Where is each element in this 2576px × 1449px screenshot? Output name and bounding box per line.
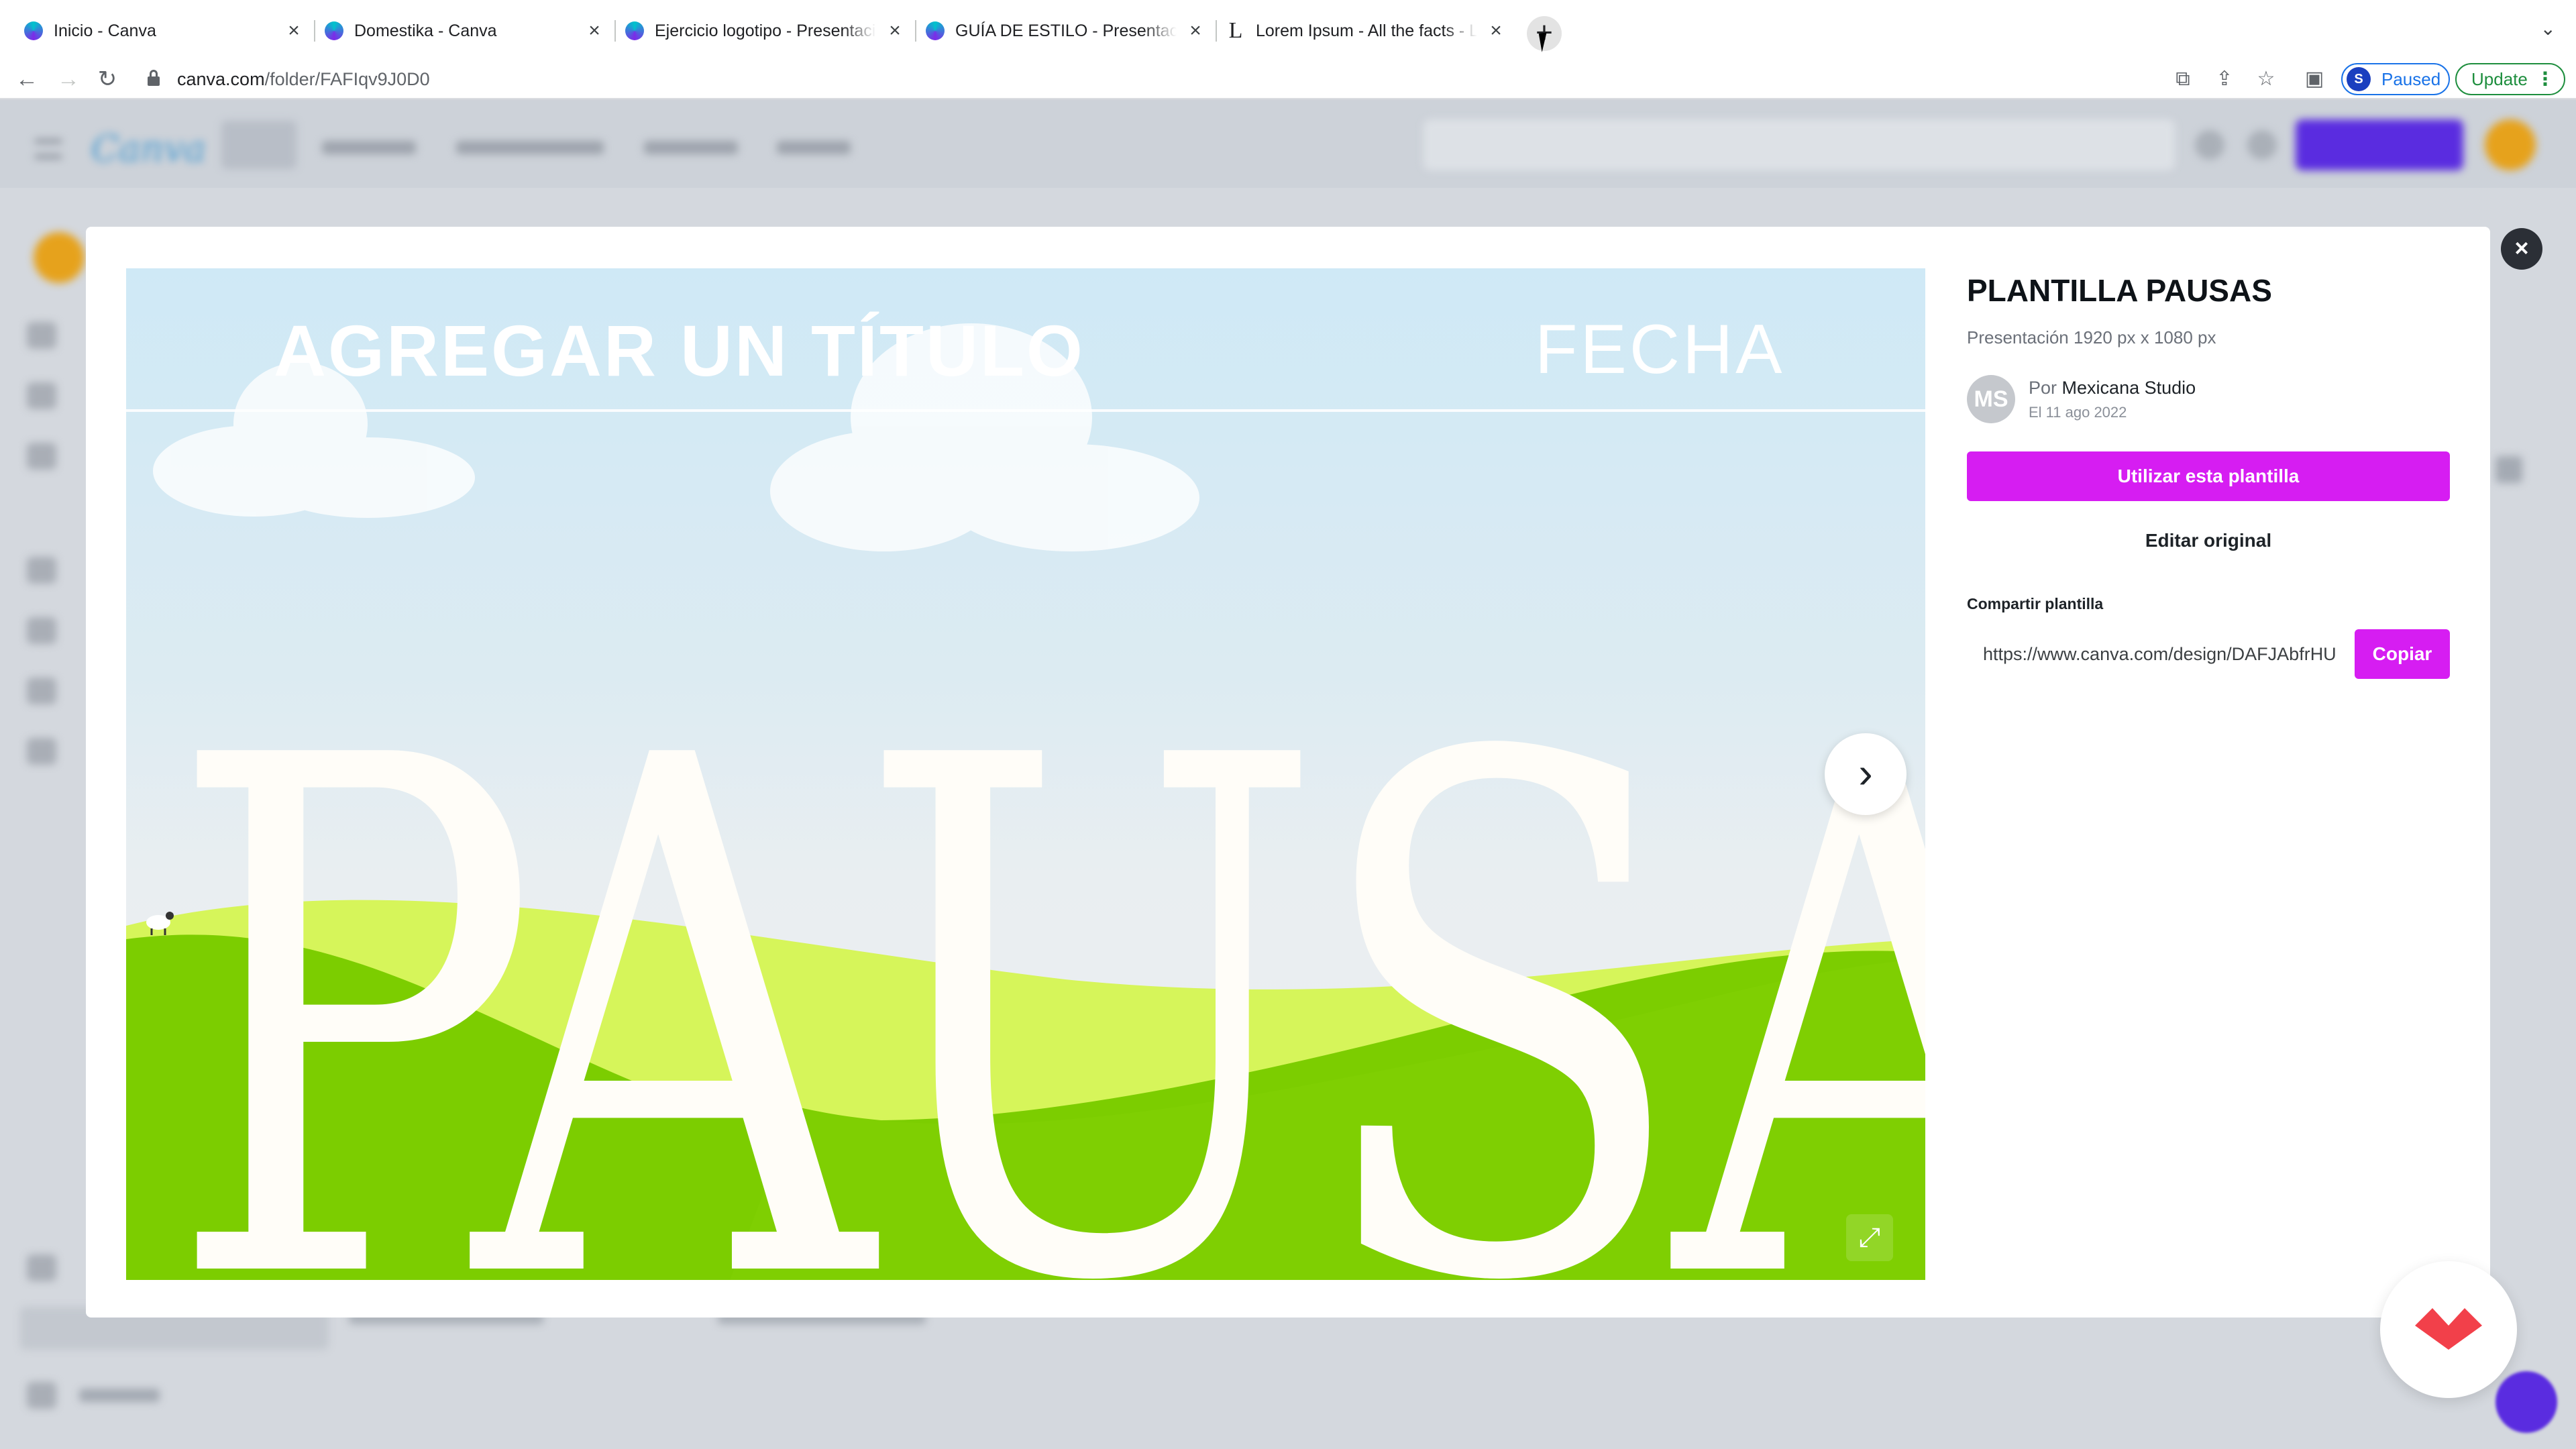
sidebar-icon[interactable] <box>27 617 56 644</box>
close-tab-icon[interactable]: × <box>282 19 306 43</box>
tab-search-chevron-icon[interactable]: ⌄ <box>2540 17 2556 40</box>
sidebar-icon[interactable] <box>27 557 56 584</box>
preview-title-text: AGREGAR UN TÍTULO <box>274 310 1085 391</box>
template-subtitle: Presentación 1920 px x 1080 px <box>1967 327 2216 347</box>
back-arrow-icon[interactable]: ← <box>11 63 43 95</box>
domestika-logo-icon <box>2415 1308 2482 1350</box>
canva-icon <box>24 21 43 40</box>
share-url-field[interactable]: https://www.canva.com/design/DAFJAbfrHU <box>1967 629 2355 679</box>
profile-paused-button[interactable]: S Paused <box>2341 63 2450 95</box>
author-row: MS Por Mexicana Studio El 11 ago 2022 <box>1967 375 2450 423</box>
browser-toolbar: ← → ↻ canva.com/folder/FAFIqv9J0D0 ⧉ ⇪ ☆… <box>0 59 2576 99</box>
sidebar-icon[interactable] <box>27 1254 56 1281</box>
tab-separator <box>915 20 916 42</box>
tab-title: Domestika - Canva <box>354 21 497 40</box>
tab-title: GUÍA DE ESTILO - Presentación <box>955 21 1177 40</box>
url-path: /folder/FAFIqv9J0D0 <box>264 69 430 89</box>
canva-icon <box>926 21 945 40</box>
close-tab-icon[interactable]: × <box>883 19 907 43</box>
tab-separator <box>1216 20 1217 42</box>
preview-big-word: PAUSAS <box>166 608 1925 1280</box>
nav-item[interactable] <box>777 141 851 154</box>
bookmark-star-icon[interactable]: ☆ <box>2253 66 2279 93</box>
template-info-panel: PLANTILLA PAUSAS Presentación 1920 px x … <box>1967 268 2450 679</box>
browser-tab-strip: Inicio - Canva × Domestika - Canva × Eje… <box>0 0 2576 59</box>
team-avatar[interactable] <box>34 232 85 283</box>
nav-item[interactable] <box>456 141 604 154</box>
translate-icon[interactable]: ⧉ <box>2169 66 2196 93</box>
sidebar-icon[interactable] <box>27 322 56 349</box>
next-slide-button[interactable]: › <box>1825 733 1907 815</box>
address-bar[interactable]: canva.com/folder/FAFIqv9J0D0 <box>177 67 430 91</box>
update-button[interactable]: Update ⋮ <box>2455 63 2565 95</box>
author-line: Por Mexicana Studio <box>2029 378 2196 398</box>
search-bar[interactable] <box>1424 119 2175 170</box>
template-title: PLANTILLA PAUSAS <box>1967 273 2272 308</box>
grid-view-icon[interactable] <box>2496 456 2522 483</box>
trash-label[interactable] <box>79 1389 160 1402</box>
update-label: Update <box>2471 69 2528 89</box>
preview-date-text: FECHA <box>1535 311 1785 388</box>
lock-icon[interactable] <box>148 70 160 86</box>
use-template-button[interactable]: Utilizar esta plantilla <box>1967 451 2450 501</box>
kebab-menu-icon: ⋮ <box>2536 68 2555 89</box>
help-icon[interactable] <box>2195 130 2224 160</box>
lipsum-icon: L <box>1228 18 1243 43</box>
browser-tab[interactable]: Ejercicio logotipo - Presentación × <box>625 12 907 50</box>
url-domain: canva.com <box>177 69 265 89</box>
browser-tab[interactable]: Domestika - Canva × <box>325 12 606 50</box>
forward-arrow-icon[interactable]: → <box>52 63 85 95</box>
share-template-label: Compartir plantilla <box>1967 595 2104 612</box>
expand-icon[interactable]: ⤢ <box>1846 1214 1893 1261</box>
close-tab-icon[interactable]: × <box>582 19 606 43</box>
mouse-cursor-icon <box>1538 31 1558 52</box>
domestika-badge[interactable] <box>2380 1261 2517 1398</box>
template-preview-image: AGREGAR UN TÍTULO FECHA PAUSAS <box>126 268 1925 1280</box>
sidebar-icon[interactable] <box>27 382 56 409</box>
browser-tab[interactable]: Inicio - Canva × <box>24 12 306 50</box>
author-avatar[interactable]: MS <box>1967 375 2015 423</box>
nav-home-pill[interactable] <box>221 121 297 169</box>
copy-button[interactable]: Copiar <box>2355 629 2450 679</box>
canva-icon <box>325 21 343 40</box>
nav-item[interactable] <box>322 141 416 154</box>
author-prefix: Por <box>2029 377 2057 398</box>
tab-title: Inicio - Canva <box>54 21 156 40</box>
share-row: https://www.canva.com/design/DAFJAbfrHU … <box>1967 629 2450 679</box>
hamburger-icon[interactable] <box>35 140 62 158</box>
profile-avatar: S <box>2347 67 2371 91</box>
nav-item[interactable] <box>644 141 738 154</box>
avatar[interactable] <box>2485 119 2536 170</box>
author-date: El 11 ago 2022 <box>2029 403 2127 421</box>
tab-separator <box>614 20 616 42</box>
close-icon[interactable]: × <box>2501 228 2542 270</box>
tab-title: Lorem Ipsum - All the facts - Lipsum <box>1256 21 1477 40</box>
side-panel-icon[interactable]: ▣ <box>2301 66 2328 93</box>
create-design-button[interactable] <box>2296 119 2463 170</box>
close-tab-icon[interactable]: × <box>1183 19 1208 43</box>
canva-logo[interactable]: Canva <box>91 127 206 170</box>
trash-icon[interactable] <box>27 1382 56 1409</box>
sidebar-icon[interactable] <box>27 738 56 765</box>
gear-icon[interactable] <box>2247 130 2277 160</box>
browser-tab[interactable]: GUÍA DE ESTILO - Presentación × <box>926 12 1208 50</box>
close-tab-icon[interactable]: × <box>1484 19 1508 43</box>
edit-original-button[interactable]: Editar original <box>1967 516 2450 566</box>
sidebar-icon[interactable] <box>27 443 56 470</box>
tab-title: Ejercicio logotipo - Presentación <box>655 21 876 40</box>
author-name[interactable]: Mexicana Studio <box>2062 378 2196 398</box>
reload-icon[interactable]: ↻ <box>91 63 123 95</box>
canva-icon <box>625 21 644 40</box>
browser-tab[interactable]: L Lorem Ipsum - All the facts - Lipsum × <box>1226 12 1508 50</box>
help-chat-button[interactable] <box>2496 1371 2557 1433</box>
sidebar-icon[interactable] <box>27 678 56 704</box>
share-icon[interactable]: ⇪ <box>2211 66 2238 93</box>
profile-status: Paused <box>2381 68 2441 89</box>
tab-separator <box>314 20 315 42</box>
